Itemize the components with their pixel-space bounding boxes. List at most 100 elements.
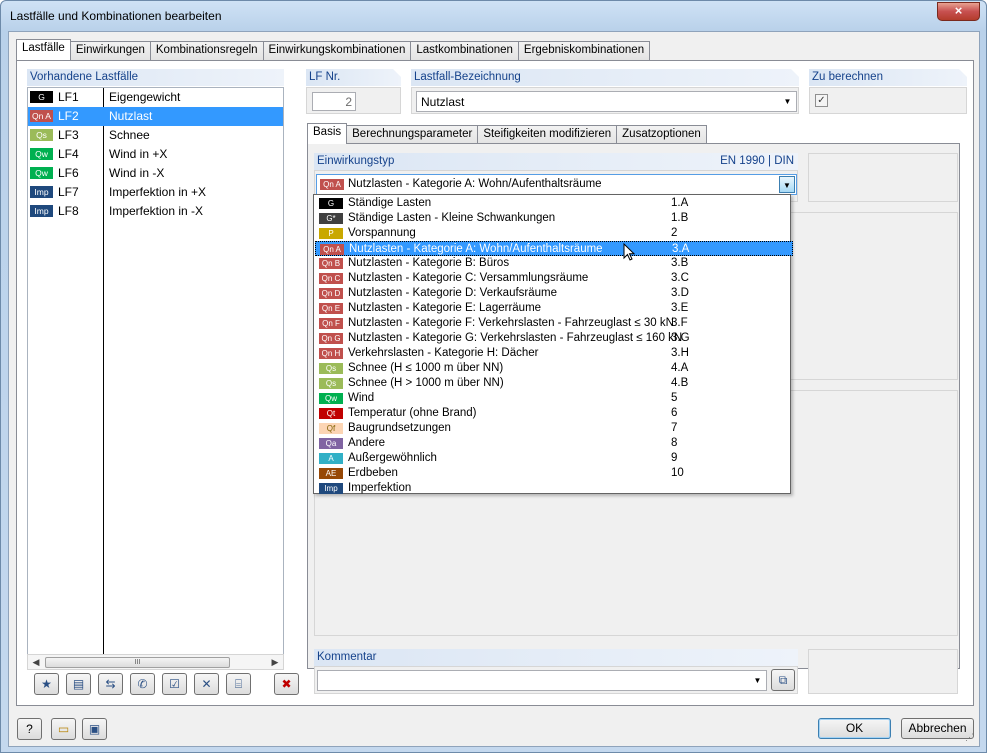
- load-type-badge: Qw: [30, 148, 53, 160]
- option-label: Nutzlasten - Kategorie F: Verkehrslasten…: [348, 317, 674, 329]
- loadcase-row[interactable]: Imp LF8 Imperfektion in -X: [28, 202, 283, 221]
- loadcase-row[interactable]: Qw LF4 Wind in +X: [28, 145, 283, 164]
- option-code: 9: [671, 452, 678, 464]
- option-label: Schnee (H > 1000 m über NN): [348, 377, 504, 389]
- kommentar-browse-icon[interactable]: ⧉: [771, 669, 795, 691]
- dropdown-option[interactable]: Qs Schnee (H > 1000 m über NN) 4.B: [315, 376, 793, 391]
- dropdown-option[interactable]: Qn H Verkehrslasten - Kategorie H: Dächer…: [315, 346, 793, 361]
- option-label: Imperfektion: [348, 482, 412, 494]
- save-icon[interactable]: ▣: [82, 718, 107, 740]
- select-all-icon[interactable]: ☑: [162, 673, 187, 695]
- option-label: Wind: [348, 392, 375, 404]
- loadcase-name: Eigengewicht: [109, 90, 181, 104]
- tab-steifigkeiten[interactable]: Steifigkeiten modifizieren: [477, 125, 618, 144]
- import-icon[interactable]: ✆: [130, 673, 155, 695]
- option-code: 6: [671, 407, 678, 419]
- kommentar-combo[interactable]: ▼: [317, 670, 767, 691]
- dropdown-option[interactable]: Qs Schnee (H ≤ 1000 m über NN) 4.A: [315, 361, 793, 376]
- option-label: Nutzlasten - Kategorie G: Verkehrslasten…: [348, 332, 683, 344]
- load-type-badge: G*: [319, 213, 343, 224]
- dropdown-option[interactable]: Qf Baugrundsetzungen 7: [315, 421, 793, 436]
- dropdown-option[interactable]: Qa Andere 8: [315, 436, 793, 451]
- close-icon[interactable]: ×: [937, 2, 980, 21]
- delete-loadcase-icon[interactable]: ✖: [274, 673, 299, 695]
- loadcase-name: Nutzlast: [109, 109, 153, 123]
- chevron-down-icon[interactable]: ▼: [750, 672, 765, 689]
- tab-kombinationsregeln[interactable]: Kombinationsregeln: [149, 41, 264, 60]
- dropdown-option[interactable]: Qn E Nutzlasten - Kategorie E: Lagerräume…: [315, 301, 793, 316]
- option-label: Schnee (H ≤ 1000 m über NN): [348, 362, 504, 374]
- option-code: 3.C: [671, 272, 689, 284]
- dropdown-option[interactable]: Qn B Nutzlasten - Kategorie B: Büros 3.B: [315, 256, 793, 271]
- dropdown-option[interactable]: Qn A Nutzlasten - Kategorie A: Wohn/Aufen…: [315, 241, 793, 256]
- load-type-badge: Qs: [30, 129, 53, 141]
- dropdown-option[interactable]: Imp Imperfektion: [315, 481, 793, 496]
- bezeichnung-combo[interactable]: Nutzlast ▼: [416, 91, 797, 112]
- tab-lastkombinationen[interactable]: Lastkombinationen: [410, 41, 519, 60]
- ok-button[interactable]: OK: [818, 718, 891, 739]
- dropdown-option[interactable]: AE Erdbeben 10: [315, 466, 793, 481]
- loadcase-row[interactable]: G LF1 Eigengewicht: [28, 88, 283, 107]
- dropdown-option[interactable]: Qn C Nutzlasten - Kategorie C: Versammlun…: [315, 271, 793, 286]
- dropdown-option[interactable]: Qn G Nutzlasten - Kategorie G: Verkehrsla…: [315, 331, 793, 346]
- option-code: 8: [671, 437, 678, 449]
- tab-einwirkungen[interactable]: Einwirkungen: [69, 41, 151, 60]
- loadcase-list-header: Vorhandene Lastfälle: [27, 69, 284, 86]
- loadcase-name: Imperfektion in -X: [109, 204, 204, 218]
- option-label: Nutzlasten - Kategorie A: Wohn/Aufenthal…: [349, 243, 603, 255]
- zu-berechnen-checkbox[interactable]: ✓: [815, 94, 828, 107]
- loadcase-list[interactable]: G LF1 Eigengewicht Qn A LF2 Nutzlast Qs LF3 Schn…: [27, 87, 284, 655]
- option-label: Ständige Lasten: [348, 197, 432, 209]
- tab-ergebniskombinationen[interactable]: Ergebniskombinationen: [517, 41, 651, 60]
- loadcase-row[interactable]: Qs LF3 Schnee: [28, 126, 283, 145]
- tab-zusatzoptionen[interactable]: Zusatzoptionen: [616, 125, 707, 144]
- option-label: Temperatur (ohne Brand): [348, 407, 477, 419]
- list-options-icon[interactable]: ⌸: [226, 673, 251, 695]
- dropdown-option[interactable]: G Ständige Lasten 1.A: [315, 196, 793, 211]
- new-loadcase-icon[interactable]: ★: [34, 673, 59, 695]
- loadcase-id: LF6: [58, 166, 79, 180]
- bezeichnung-label: Lastfall-Bezeichnung: [411, 69, 799, 86]
- tab-einwirkungskombinationen[interactable]: Einwirkungskombinationen: [262, 41, 412, 60]
- renumber-icon[interactable]: ⇆: [98, 673, 123, 695]
- dropdown-option[interactable]: P Vorspannung 2: [315, 226, 793, 241]
- loadcase-row[interactable]: Qw LF6 Wind in -X: [28, 164, 283, 183]
- einwirkungstyp-combo[interactable]: Qn A Nutzlasten - Kategorie A: Wohn/Aufe…: [316, 174, 797, 195]
- dropdown-option[interactable]: Qw Wind 5: [315, 391, 793, 406]
- tab-basis[interactable]: Basis: [307, 123, 348, 144]
- chevron-down-icon[interactable]: ▼: [779, 176, 795, 193]
- einwirkungstyp-norm: EN 1990 | DIN: [720, 155, 794, 167]
- dropdown-option[interactable]: Qt Temperatur (ohne Brand) 6: [315, 406, 793, 421]
- load-type-badge: Qw: [30, 167, 53, 179]
- loadcase-id: LF7: [58, 185, 79, 199]
- option-code: 4.B: [671, 377, 689, 389]
- dropdown-option[interactable]: Qn D Nutzlasten - Kategorie D: Verkaufsrä…: [315, 286, 793, 301]
- einwirkungstyp-value: Nutzlasten - Kategorie A: Wohn/Aufenthal…: [348, 178, 602, 190]
- main-tabs: Lastfälle Einwirkungen Kombinationsregel…: [16, 39, 651, 60]
- loadcase-row[interactable]: Qn A LF2 Nutzlast: [28, 107, 283, 126]
- loadcase-id: LF8: [58, 204, 79, 218]
- scroll-right-icon[interactable]: ▶: [268, 656, 282, 669]
- dropdown-option[interactable]: Qn F Nutzlasten - Kategorie F: Verkehrsla…: [315, 316, 793, 331]
- horizontal-scrollbar[interactable]: ◀ III ▶: [27, 654, 284, 670]
- scroll-thumb[interactable]: III: [45, 657, 230, 668]
- cancel-button[interactable]: Abbrechen: [901, 718, 974, 739]
- open-folder-icon[interactable]: ▭: [51, 718, 76, 740]
- lf-nr-field[interactable]: 2: [312, 92, 356, 111]
- scroll-left-icon[interactable]: ◀: [29, 656, 43, 669]
- einwirkungstyp-dropdown[interactable]: G Ständige Lasten 1.A G* Ständige Lasten - K…: [313, 194, 793, 496]
- chevron-down-icon[interactable]: ▼: [780, 93, 795, 110]
- kommentar-panel: ▼ ⧉: [314, 666, 798, 694]
- option-code: 3.G: [671, 332, 690, 344]
- copy-loadcase-icon[interactable]: ▤: [66, 673, 91, 695]
- deselect-all-icon[interactable]: ✕: [194, 673, 219, 695]
- help-icon[interactable]: ?: [17, 718, 42, 740]
- loadcase-row[interactable]: Imp LF7 Imperfektion in +X: [28, 183, 283, 202]
- dropdown-option[interactable]: A Außergewöhnlich 9: [315, 451, 793, 466]
- title-bar[interactable]: Lastfälle und Kombinationen bearbeiten ×: [1, 1, 986, 31]
- dropdown-option[interactable]: G* Ständige Lasten - Kleine Schwankungen 1…: [315, 211, 793, 226]
- load-type-badge: Qf: [319, 423, 343, 434]
- tab-berechnungsparameter[interactable]: Berechnungsparameter: [346, 125, 479, 144]
- tab-lastfaelle[interactable]: Lastfälle: [16, 39, 71, 60]
- resize-grip-icon[interactable]: ⋰: [965, 732, 977, 744]
